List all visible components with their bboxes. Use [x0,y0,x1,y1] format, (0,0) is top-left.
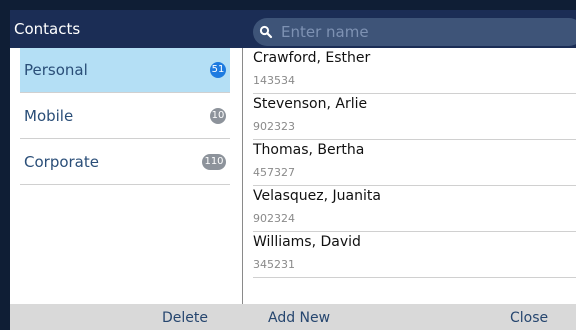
contact-row[interactable]: Crawford, Esther 143534 [253,48,576,94]
contact-list: Crawford, Esther 143534 Stevenson, Arlie… [243,48,576,304]
contact-name: Williams, David [253,234,361,250]
contact-name: Stevenson, Arlie [253,96,368,112]
contact-number: 902324 [253,212,295,225]
contact-number: 345231 [253,258,295,271]
contact-row[interactable]: Stevenson, Arlie 902323 [253,94,576,140]
delete-button[interactable]: Delete [162,304,208,330]
contact-row[interactable]: Thomas, Bertha 457327 [253,140,576,186]
category-label: Corporate [24,153,99,171]
contact-name: Crawford, Esther [253,50,371,66]
contact-name: Velasquez, Juanita [253,188,381,204]
category-sidebar: Personal 51 Mobile 10 Corporate 110 [10,48,243,304]
category-label: Personal [24,61,88,79]
header-bar: Contacts [10,10,576,48]
category-corporate[interactable]: Corporate 110 [20,140,230,185]
contact-number: 457327 [253,166,295,179]
contact-row[interactable]: Williams, David 345231 [253,232,576,278]
count-badge: 10 [210,108,226,124]
search-input[interactable] [281,20,571,44]
softkey-bar: Delete Add New Close [10,304,576,330]
count-badge: 110 [202,154,226,170]
page-title: Contacts [14,20,81,38]
close-button[interactable]: Close [510,304,548,330]
contact-row[interactable]: Velasquez, Juanita 902324 [253,186,576,232]
contact-number: 143534 [253,74,295,87]
contact-name: Thomas, Bertha [253,142,365,158]
category-mobile[interactable]: Mobile 10 [20,94,230,139]
count-badge: 51 [210,62,226,78]
search-icon [259,25,273,39]
search-box[interactable] [253,18,576,46]
add-new-button[interactable]: Add New [268,304,330,330]
contacts-screen: Contacts Personal 51 Mobile 10 Corporate… [10,10,576,330]
contact-number: 902323 [253,120,295,133]
category-personal[interactable]: Personal 51 [20,48,230,93]
category-label: Mobile [24,107,74,125]
